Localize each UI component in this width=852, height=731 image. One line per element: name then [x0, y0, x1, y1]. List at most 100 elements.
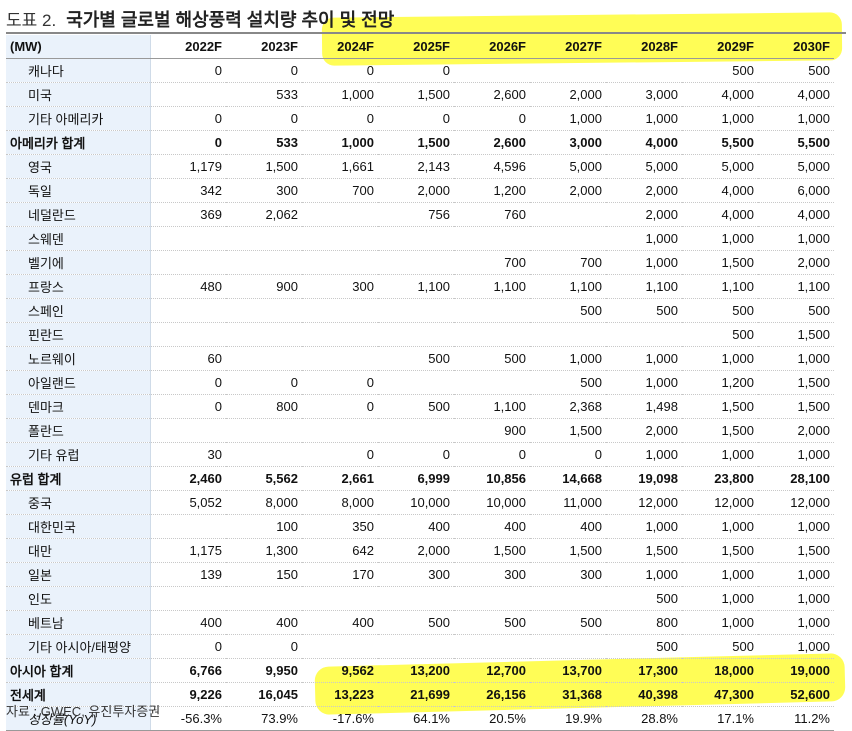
table-cell: 10,000 — [378, 490, 454, 515]
table-cell: 760 — [454, 202, 530, 227]
table-cell — [226, 418, 302, 443]
table-cell: 400 — [378, 514, 454, 539]
table-cell — [530, 322, 606, 347]
row-label: 대한민국 — [6, 514, 151, 539]
table-cell: 500 — [454, 346, 530, 371]
table-cell: 500 — [606, 634, 682, 659]
table-cell: 1,500 — [758, 322, 834, 347]
row-label: 폴란드 — [6, 418, 151, 443]
table-cell: 500 — [758, 298, 834, 323]
table-cell: 12,000 — [758, 490, 834, 515]
table-cell — [454, 322, 530, 347]
year-header: 2025F — [378, 35, 454, 59]
table-cell: 900 — [454, 418, 530, 443]
table-row: 기타 아시아/태평양 0 0 500 500 1,000 — [6, 634, 834, 659]
table-cell: 2,000 — [758, 250, 834, 275]
table-cell — [302, 418, 378, 443]
table-row: 스웨덴 1,000 1,000 1,000 — [6, 226, 834, 251]
table-cell: 0 — [378, 442, 454, 467]
table-cell: 1,500 — [226, 154, 302, 179]
table-cell: 17.1% — [682, 706, 758, 731]
table-cell: 2,000 — [758, 418, 834, 443]
table-body: 캐나다 0 0 0 0 500 500 미국 533 1,000 1,500 2,600 2,000 3,… — [6, 58, 834, 731]
table-cell — [302, 226, 378, 251]
table-cell: 300 — [302, 274, 378, 299]
table-cell: 1,500 — [454, 538, 530, 563]
table-cell — [226, 298, 302, 323]
table-cell: 5,000 — [530, 154, 606, 179]
table-cell: 400 — [150, 610, 226, 635]
table-cell: 500 — [682, 322, 758, 347]
table-cell: -56.3% — [150, 706, 226, 731]
row-label: 유럽 합계 — [6, 466, 151, 491]
table-cell: 28,100 — [758, 466, 834, 491]
table-cell: 400 — [530, 514, 606, 539]
table-cell — [302, 322, 378, 347]
title-divider — [6, 32, 846, 34]
table-cell: 8,000 — [226, 490, 302, 515]
table-cell: 14,668 — [530, 466, 606, 491]
table-cell: 300 — [454, 562, 530, 587]
row-label: 미국 — [6, 82, 151, 107]
table-cell — [454, 298, 530, 323]
row-label: 기타 유럽 — [6, 442, 151, 467]
table-cell: 1,661 — [302, 154, 378, 179]
table-cell: 0 — [226, 58, 302, 83]
table-cell: 350 — [302, 514, 378, 539]
table-cell: 1,100 — [530, 274, 606, 299]
table-cell: 73.9% — [226, 706, 302, 731]
table-cell: 0 — [378, 58, 454, 83]
table-cell: 2,000 — [530, 82, 606, 107]
table-row: 캐나다 0 0 0 0 500 500 — [6, 58, 834, 83]
table-cell: 30 — [150, 442, 226, 467]
table-cell — [226, 322, 302, 347]
table-cell: 500 — [682, 298, 758, 323]
table-cell: 400 — [226, 610, 302, 635]
table-cell: 0 — [226, 370, 302, 395]
table-cell: 1,000 — [682, 514, 758, 539]
table-row: 네덜란드 369 2,062 756 760 2,000 4,000 4,000 — [6, 202, 834, 227]
table-cell — [454, 586, 530, 611]
table-cell: 4,000 — [606, 130, 682, 155]
table-row: 독일 342 300 700 2,000 1,200 2,000 2,000 4,000 6,00… — [6, 178, 834, 203]
table-cell: 6,000 — [758, 178, 834, 203]
table-cell — [302, 634, 378, 659]
table-cell — [530, 634, 606, 659]
table-cell — [150, 226, 226, 251]
table-row: 아시아 합계 6,766 9,950 9,562 13,200 12,700 13,700 1… — [6, 658, 834, 683]
table-cell: 1,000 — [606, 106, 682, 131]
table-cell: 1,000 — [302, 82, 378, 107]
source-note: 자료 : GWEC, 유진투자증권 — [6, 704, 161, 719]
table-cell: 1,500 — [758, 538, 834, 563]
table-cell: 1,000 — [758, 634, 834, 659]
table-cell: 4,596 — [454, 154, 530, 179]
table-cell: 4,000 — [758, 82, 834, 107]
table-row: 노르웨이 60 500 500 1,000 1,000 1,000 1,000 — [6, 346, 834, 371]
table-cell: 139 — [150, 562, 226, 587]
table-cell — [226, 346, 302, 371]
table-cell — [378, 322, 454, 347]
table-cell: 1,000 — [682, 562, 758, 587]
table-row: 아일랜드 0 0 0 500 1,000 1,200 1,500 — [6, 370, 834, 395]
table-cell: 12,000 — [606, 490, 682, 515]
table-cell — [606, 322, 682, 347]
table-cell: 23,800 — [682, 466, 758, 491]
table-cell — [530, 202, 606, 227]
year-header: 2023F — [226, 35, 302, 59]
table-cell: 10,856 — [454, 466, 530, 491]
year-header: 2030F — [758, 35, 834, 59]
table-cell: 1,500 — [758, 370, 834, 395]
table-cell: 300 — [530, 562, 606, 587]
table-cell: 5,000 — [758, 154, 834, 179]
table-row: 인도 500 1,000 1,000 — [6, 586, 834, 611]
table-cell: 4,000 — [682, 82, 758, 107]
row-label: 스페인 — [6, 298, 151, 323]
table-cell: 1,000 — [758, 562, 834, 587]
table-cell: 4,000 — [758, 202, 834, 227]
table-cell: 1,500 — [682, 418, 758, 443]
table-cell: 2,600 — [454, 130, 530, 155]
table-cell — [150, 586, 226, 611]
table-cell: 1,000 — [758, 610, 834, 635]
table-cell — [302, 346, 378, 371]
table-cell: 500 — [682, 58, 758, 83]
